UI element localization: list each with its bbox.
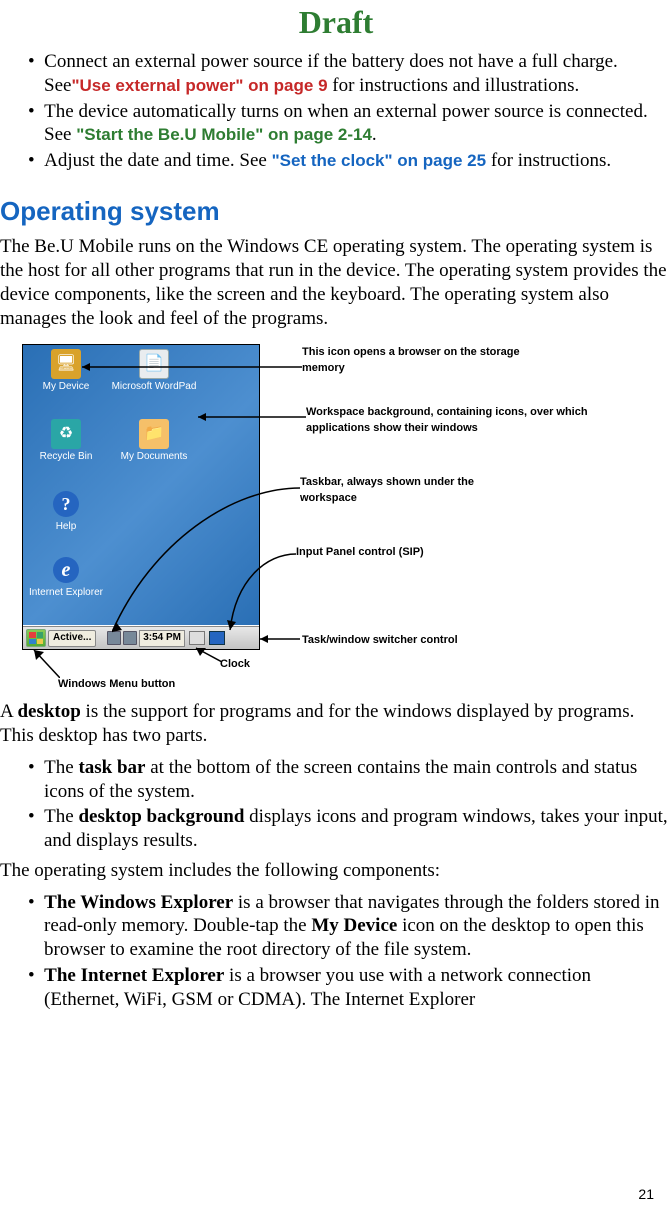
- bg-strong: desktop background: [78, 806, 244, 827]
- help-icon: ?: [51, 489, 81, 519]
- we-strong-1: The Windows Explorer: [44, 892, 233, 913]
- icon-recycle-bin-label: Recycle Bin: [23, 451, 109, 463]
- draft-watermark: Draft: [0, 0, 672, 42]
- intro-bullet-3-pre: Adjust the date and time. See: [44, 150, 271, 171]
- intro-bullet-1: • Connect an external power source if th…: [28, 50, 670, 98]
- intro-bullet-2: • The device automatically turns on when…: [28, 100, 670, 148]
- desktop-intro-post: is the support for programs and for the …: [0, 701, 634, 746]
- arrow-switcher-icon: [260, 634, 300, 644]
- annot-switcher: Task/window switcher control: [302, 632, 458, 648]
- icon-ie-label: Internet Explorer: [23, 587, 109, 599]
- icon-wordpad[interactable]: 📄 Microsoft WordPad: [111, 349, 197, 393]
- bg-pre: The: [44, 806, 78, 827]
- intro-bullet-3: • Adjust the date and time. See "Set the…: [28, 149, 670, 173]
- icon-recycle-bin[interactable]: ♻ Recycle Bin: [23, 419, 109, 463]
- para-os-intro: The Be.U Mobile runs on the Windows CE o…: [0, 235, 672, 330]
- desktop-intro-pre: A: [0, 701, 17, 722]
- annot-workspace: Workspace background, containing icons, …: [306, 404, 636, 436]
- tray-icon-1[interactable]: [107, 631, 121, 645]
- ie-strong-1: The Internet Explorer: [44, 965, 224, 986]
- taskbar-clock[interactable]: 3:54 PM: [139, 630, 185, 647]
- taskbar[interactable]: Active... 3:54 PM: [23, 626, 259, 649]
- intro-bullet-3-post: for instructions.: [486, 150, 611, 171]
- desktop-parts-list: • The task bar at the bottom of the scre…: [0, 756, 672, 853]
- link-use-external-power[interactable]: "Use external power" on page 9: [71, 76, 327, 95]
- icon-wordpad-label: Microsoft WordPad: [111, 381, 197, 393]
- intro-bullet-list: • Connect an external power source if th…: [0, 50, 672, 173]
- para-desktop-intro: A desktop is the support for programs an…: [0, 700, 672, 748]
- icon-my-device-label: My Device: [23, 381, 109, 393]
- icon-my-device[interactable]: 🖥 My Device: [23, 349, 109, 393]
- intro-bullet-2-post: .: [372, 124, 377, 145]
- icon-my-documents-label: My Documents: [111, 451, 197, 463]
- desktop-intro-strong: desktop: [17, 701, 80, 722]
- desktop-background[interactable]: 🖥 My Device 📄 Microsoft WordPad ♻ Recycl…: [23, 345, 259, 625]
- tb-pre: The: [44, 757, 78, 778]
- icon-help[interactable]: ? Help: [23, 489, 109, 533]
- we-strong-2: My Device: [311, 915, 397, 936]
- windows-flag-icon: [29, 632, 43, 644]
- icon-internet-explorer[interactable]: e Internet Explorer: [23, 555, 109, 599]
- intro-bullet-1-post: for instructions and illustrations.: [328, 75, 580, 96]
- system-tray: 3:54 PM: [107, 630, 259, 647]
- taskbar-active-pill[interactable]: Active...: [48, 630, 96, 647]
- my-device-icon: 🖥: [51, 349, 81, 379]
- wince-screenshot: 🖥 My Device 📄 Microsoft WordPad ♻ Recycl…: [22, 344, 260, 650]
- icon-help-label: Help: [23, 521, 109, 533]
- annot-taskbar: Taskbar, always shown under the workspac…: [300, 474, 520, 506]
- sip-control-icon[interactable]: [189, 631, 205, 645]
- heading-operating-system: Operating system: [0, 195, 672, 228]
- components-list: • The Windows Explorer is a browser that…: [0, 891, 672, 1012]
- annot-storage: This icon opens a browser on the storage…: [302, 344, 552, 376]
- link-start-beu-mobile[interactable]: "Start the Be.U Mobile" on page 2-14: [76, 125, 372, 144]
- my-documents-icon: 📁: [139, 419, 169, 449]
- arrow-winmenu-icon: [30, 648, 60, 678]
- wordpad-icon: 📄: [139, 349, 169, 379]
- annot-sip: Input Panel control (SIP): [296, 544, 516, 560]
- component-windows-explorer: • The Windows Explorer is a browser that…: [28, 891, 670, 962]
- task-switcher-icon[interactable]: [209, 631, 225, 645]
- para-components-intro: The operating system includes the follow…: [0, 859, 672, 883]
- tray-icon-2[interactable]: [123, 631, 137, 645]
- desktop-bullet-background: • The desktop background displays icons …: [28, 805, 670, 853]
- tb-strong: task bar: [78, 757, 145, 778]
- desktop-bullet-taskbar: • The task bar at the bottom of the scre…: [28, 756, 670, 804]
- annot-clock: Clock: [220, 656, 250, 672]
- icon-my-documents[interactable]: 📁 My Documents: [111, 419, 197, 463]
- os-screenshot-figure: 🖥 My Device 📄 Microsoft WordPad ♻ Recycl…: [22, 344, 672, 694]
- annot-winmenu: Windows Menu button: [58, 676, 175, 692]
- ie-icon: e: [51, 555, 81, 585]
- page-number: 21: [638, 1186, 654, 1204]
- link-set-the-clock[interactable]: "Set the clock" on page 25: [272, 151, 487, 170]
- start-button[interactable]: [26, 629, 46, 647]
- component-internet-explorer: • The Internet Explorer is a browser you…: [28, 964, 670, 1012]
- recycle-bin-icon: ♻: [51, 419, 81, 449]
